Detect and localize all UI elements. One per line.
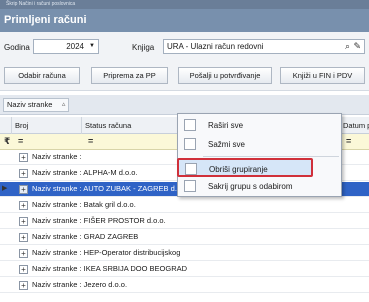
expand-all-icon (184, 119, 196, 131)
group-row-label: Naziv stranke : GRAD ZAGREB (32, 232, 139, 241)
group-row-label: Naziv stranke : IKEA SRBIJA DOO BEOGRAD (32, 264, 188, 273)
menu-item-label: Sakrij grupu s odabirom (208, 182, 293, 191)
expand-icon[interactable]: + (19, 217, 28, 226)
post-to-fin-vat-button[interactable]: Knjiži u FIN i PDV (280, 67, 365, 84)
window-top-strip: Škrip Načini i računi poslovnica (0, 0, 369, 9)
group-tag-label: Naziv stranke (7, 100, 53, 109)
hide-group-panel-icon (184, 180, 196, 192)
expand-icon[interactable]: + (19, 281, 28, 290)
group-row-label: Naziv stranke : ALPHA-M d.o.o. (32, 168, 138, 177)
filter-bar: Godina 2024 ▼ Knjiga URA - Ulazni račun … (0, 32, 369, 61)
group-row[interactable]: + Naziv stranke : Jezero d.o.o. (0, 278, 369, 293)
toolbar: Odabir računa Priprema za PP Pošalji u p… (0, 61, 369, 91)
chevron-down-icon: ▼ (89, 43, 95, 49)
menu-item-collapse-all[interactable]: Sažmi sve (178, 135, 341, 154)
search-icon[interactable]: ⌕ (345, 40, 350, 53)
menu-item-label: Raširi sve (208, 121, 244, 130)
group-row[interactable]: + Naziv stranke : HEP-Operator distribuc… (0, 246, 369, 261)
expand-icon[interactable]: + (19, 185, 28, 194)
prepare-pp-button[interactable]: Priprema za PP (91, 67, 168, 84)
group-row-label: Naziv stranke : FIŠER PROSTOR d.o.o. (32, 216, 166, 225)
group-row[interactable]: + Naziv stranke : Batak gril d.o.o. (0, 198, 369, 213)
group-row[interactable]: + Naziv stranke : FIŠER PROSTOR d.o.o. (0, 214, 369, 229)
book-value: URA - Ulazni račun redovni (167, 42, 264, 51)
filter-row-icon: ₹ (4, 136, 11, 146)
clear-grouping-icon (185, 163, 197, 175)
group-row[interactable]: + Naziv stranke : GRAD ZAGREB (0, 230, 369, 245)
expand-icon[interactable]: + (19, 153, 28, 162)
menu-item-hide-group-panel[interactable]: Sakrij grupu s odabirom (178, 177, 341, 196)
page-title: Primljeni računi (0, 9, 369, 32)
column-header-broj[interactable]: Broj (12, 117, 82, 134)
column-header-datum[interactable]: Datum p (340, 117, 369, 134)
year-label: Godina (4, 43, 30, 52)
context-menu: Raširi sve Sažmi sve Obriši grupiranje S… (177, 113, 342, 197)
group-tag-naziv-stranke[interactable]: Naziv stranke ▵ (3, 98, 70, 112)
expand-icon[interactable]: + (19, 265, 28, 274)
group-row-label: Naziv stranke : Jezero d.o.o. (32, 280, 128, 289)
group-row-label: Naziv stranke : AUTO ZUBAK - ZAGREB d.o.… (32, 184, 190, 193)
group-row-label: Naziv stranke : Batak gril d.o.o. (32, 200, 136, 209)
year-select[interactable]: 2024 ▼ (33, 39, 99, 54)
filter-cell-status[interactable]: = (84, 134, 93, 150)
menu-item-expand-all[interactable]: Raširi sve (178, 116, 341, 135)
filter-cell-broj[interactable]: = (14, 134, 23, 150)
sort-arrow-icon[interactable]: ▵ (62, 99, 66, 111)
send-to-approval-button[interactable]: Pošalji u potvrđivanje (178, 67, 272, 84)
expand-icon[interactable]: + (19, 233, 28, 242)
grouping-panel: Naziv stranke ▵ (0, 95, 369, 115)
book-label: Knjiga (132, 43, 155, 52)
select-invoices-button[interactable]: Odabir računa (4, 67, 80, 84)
group-row-label: Naziv stranke : (32, 152, 82, 161)
current-row-indicator-icon: ▶ (2, 185, 8, 192)
pencil-icon[interactable]: ✎ (353, 40, 361, 53)
book-field[interactable]: URA - Ulazni račun redovni ⌕ ✎ (163, 39, 365, 54)
year-value: 2024 (66, 42, 84, 51)
row-indicator-header (0, 117, 12, 134)
menu-item-label: Sažmi sve (208, 140, 245, 149)
expand-icon[interactable]: + (19, 249, 28, 258)
menu-separator (203, 156, 339, 157)
filter-cell-datum[interactable]: = (342, 134, 351, 150)
expand-icon[interactable]: + (19, 169, 28, 178)
group-row[interactable]: + Naziv stranke : IKEA SRBIJA DOO BEOGRA… (0, 262, 369, 277)
expand-icon[interactable]: + (19, 201, 28, 210)
group-row-label: Naziv stranke : HEP-Operator distribucij… (32, 248, 181, 257)
collapse-all-icon (184, 138, 196, 150)
menu-item-clear-grouping[interactable]: Obriši grupiranje (177, 158, 313, 177)
